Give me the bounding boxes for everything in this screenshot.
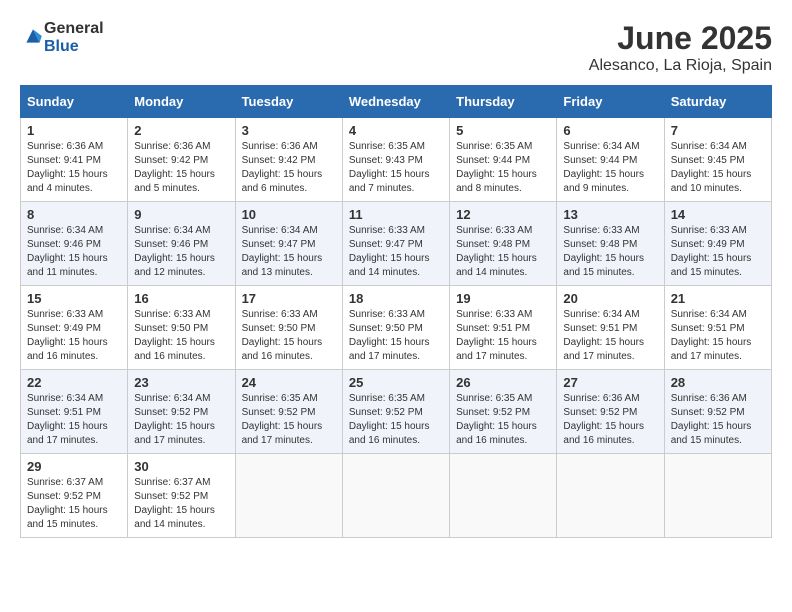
col-saturday: Saturday — [664, 86, 771, 118]
day-21: 21 Sunrise: 6:34 AMSunset: 9:51 PMDaylig… — [664, 286, 771, 370]
day-empty-5 — [664, 454, 771, 538]
col-thursday: Thursday — [450, 86, 557, 118]
col-tuesday: Tuesday — [235, 86, 342, 118]
day-10: 10 Sunrise: 6:34 AMSunset: 9:47 PMDaylig… — [235, 202, 342, 286]
day-24: 24 Sunrise: 6:35 AMSunset: 9:52 PMDaylig… — [235, 370, 342, 454]
day-3: 3 Sunrise: 6:36 AMSunset: 9:42 PMDayligh… — [235, 118, 342, 202]
calendar-row-1: 1 Sunrise: 6:36 AMSunset: 9:41 PMDayligh… — [21, 118, 772, 202]
calendar-header-row: Sunday Monday Tuesday Wednesday Thursday… — [21, 86, 772, 118]
title-area: June 2025 Alesanco, La Rioja, Spain — [589, 20, 772, 75]
day-15: 15 Sunrise: 6:33 AMSunset: 9:49 PMDaylig… — [21, 286, 128, 370]
day-23: 23 Sunrise: 6:34 AMSunset: 9:52 PMDaylig… — [128, 370, 235, 454]
day-22: 22 Sunrise: 6:34 AMSunset: 9:51 PMDaylig… — [21, 370, 128, 454]
day-empty-3 — [450, 454, 557, 538]
calendar-row-2: 8 Sunrise: 6:34 AMSunset: 9:46 PMDayligh… — [21, 202, 772, 286]
day-28: 28 Sunrise: 6:36 AMSunset: 9:52 PMDaylig… — [664, 370, 771, 454]
day-18: 18 Sunrise: 6:33 AMSunset: 9:50 PMDaylig… — [342, 286, 449, 370]
logo-wordmark: General Blue — [44, 20, 104, 56]
day-empty-4 — [557, 454, 664, 538]
day-26: 26 Sunrise: 6:35 AMSunset: 9:52 PMDaylig… — [450, 370, 557, 454]
logo: General Blue — [20, 20, 104, 56]
day-empty-1 — [235, 454, 342, 538]
col-sunday: Sunday — [21, 86, 128, 118]
month-title: June 2025 — [589, 20, 772, 57]
day-6: 6 Sunrise: 6:34 AMSunset: 9:44 PMDayligh… — [557, 118, 664, 202]
calendar-row-4: 22 Sunrise: 6:34 AMSunset: 9:51 PMDaylig… — [21, 370, 772, 454]
day-9: 9 Sunrise: 6:34 AMSunset: 9:46 PMDayligh… — [128, 202, 235, 286]
location-title: Alesanco, La Rioja, Spain — [589, 57, 772, 75]
calendar-row-3: 15 Sunrise: 6:33 AMSunset: 9:49 PMDaylig… — [21, 286, 772, 370]
col-monday: Monday — [128, 86, 235, 118]
day-16: 16 Sunrise: 6:33 AMSunset: 9:50 PMDaylig… — [128, 286, 235, 370]
logo-blue: Blue — [44, 38, 79, 55]
logo-general: General — [44, 20, 104, 37]
day-25: 25 Sunrise: 6:35 AMSunset: 9:52 PMDaylig… — [342, 370, 449, 454]
calendar-table: Sunday Monday Tuesday Wednesday Thursday… — [20, 85, 772, 538]
col-friday: Friday — [557, 86, 664, 118]
day-5: 5 Sunrise: 6:35 AMSunset: 9:44 PMDayligh… — [450, 118, 557, 202]
day-2: 2 Sunrise: 6:36 AMSunset: 9:42 PMDayligh… — [128, 118, 235, 202]
day-17: 17 Sunrise: 6:33 AMSunset: 9:50 PMDaylig… — [235, 286, 342, 370]
page-header: General Blue June 2025 Alesanco, La Rioj… — [20, 20, 772, 75]
day-12: 12 Sunrise: 6:33 AMSunset: 9:48 PMDaylig… — [450, 202, 557, 286]
logo-image — [20, 25, 44, 52]
day-7: 7 Sunrise: 6:34 AMSunset: 9:45 PMDayligh… — [664, 118, 771, 202]
day-13: 13 Sunrise: 6:33 AMSunset: 9:48 PMDaylig… — [557, 202, 664, 286]
day-14: 14 Sunrise: 6:33 AMSunset: 9:49 PMDaylig… — [664, 202, 771, 286]
day-11: 11 Sunrise: 6:33 AMSunset: 9:47 PMDaylig… — [342, 202, 449, 286]
day-30: 30 Sunrise: 6:37 AMSunset: 9:52 PMDaylig… — [128, 454, 235, 538]
day-29: 29 Sunrise: 6:37 AMSunset: 9:52 PMDaylig… — [21, 454, 128, 538]
day-19: 19 Sunrise: 6:33 AMSunset: 9:51 PMDaylig… — [450, 286, 557, 370]
calendar-row-5: 29 Sunrise: 6:37 AMSunset: 9:52 PMDaylig… — [21, 454, 772, 538]
col-wednesday: Wednesday — [342, 86, 449, 118]
day-8: 8 Sunrise: 6:34 AMSunset: 9:46 PMDayligh… — [21, 202, 128, 286]
day-20: 20 Sunrise: 6:34 AMSunset: 9:51 PMDaylig… — [557, 286, 664, 370]
day-4: 4 Sunrise: 6:35 AMSunset: 9:43 PMDayligh… — [342, 118, 449, 202]
day-1: 1 Sunrise: 6:36 AMSunset: 9:41 PMDayligh… — [21, 118, 128, 202]
day-empty-2 — [342, 454, 449, 538]
day-27: 27 Sunrise: 6:36 AMSunset: 9:52 PMDaylig… — [557, 370, 664, 454]
